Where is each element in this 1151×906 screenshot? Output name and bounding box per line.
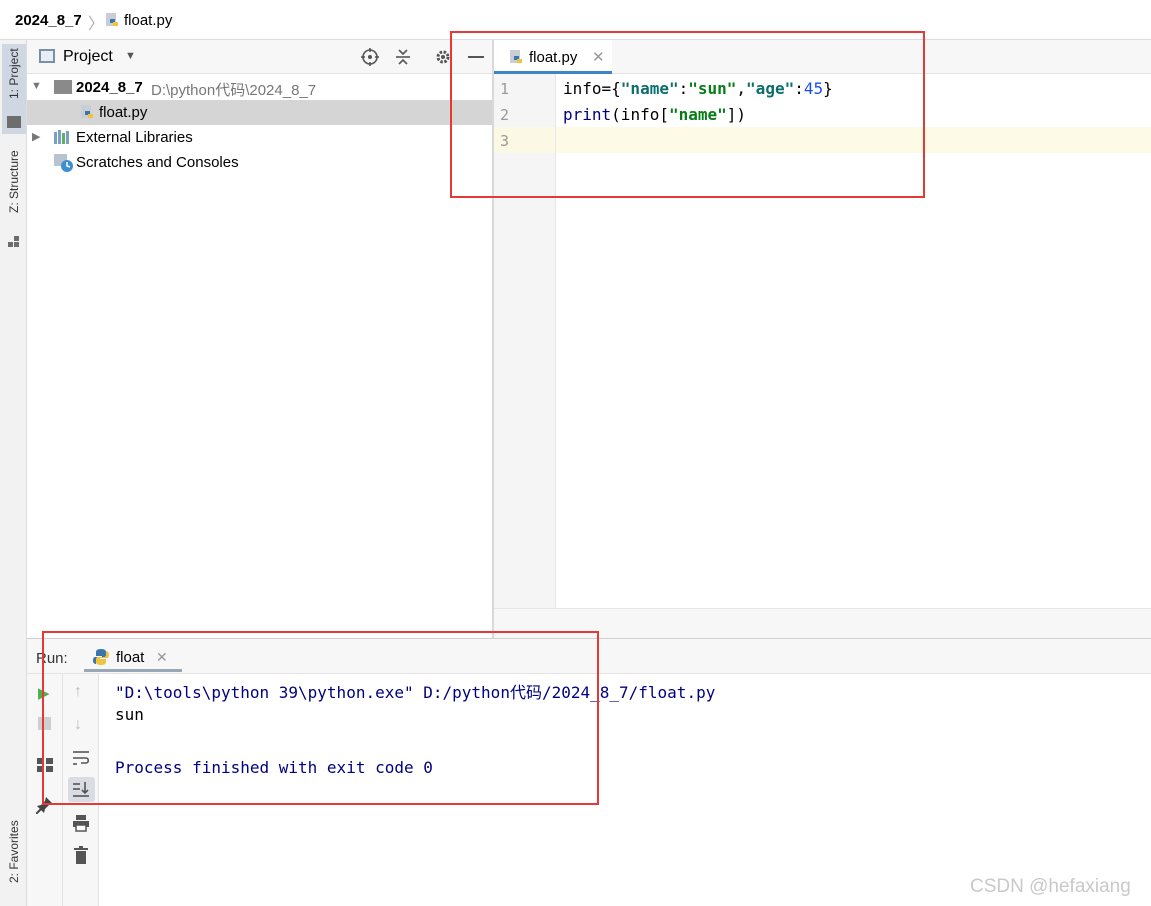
scratches-icon (54, 154, 74, 172)
project-view-icon (39, 49, 55, 63)
highlight-box-console (42, 631, 599, 805)
python-file-icon (79, 104, 95, 120)
expand-caret-icon[interactable]: ▼ (31, 80, 42, 92)
locate-icon[interactable] (360, 47, 380, 67)
folder-icon (54, 80, 72, 94)
tool-tab-favorites-label: 2: Favorites (7, 820, 21, 883)
print-icon[interactable] (72, 814, 90, 832)
highlight-box-editor (450, 31, 925, 198)
tree-row-float-py[interactable] (27, 100, 492, 125)
breadcrumb-file[interactable]: float.py (124, 12, 172, 29)
project-panel-title[interactable]: Project (63, 48, 113, 66)
watermark: CSDN @hefaxiang (970, 876, 1131, 897)
trash-icon[interactable] (73, 846, 89, 864)
breadcrumb-separator: 〉 (88, 16, 105, 33)
tool-tab-structure[interactable]: Z: Structure (2, 150, 26, 250)
library-icon (54, 130, 72, 144)
tree-external-libraries-label: External Libraries (76, 129, 193, 146)
tree-file-label: float.py (99, 104, 148, 121)
tree-project-name: 2024_8_7 (76, 79, 143, 96)
chevron-down-icon[interactable]: ▼ (125, 50, 136, 62)
tool-tab-project-label: 1: Project (7, 48, 21, 99)
tool-tab-structure-label: Z: Structure (7, 150, 21, 213)
breadcrumb-project[interactable]: 2024_8_7 (15, 12, 82, 29)
tree-scratches-label: Scratches and Consoles (76, 154, 239, 171)
folder-icon (7, 116, 21, 128)
collapse-all-icon[interactable] (393, 47, 413, 67)
tool-tab-favorites[interactable]: 2: Favorites (2, 820, 26, 906)
tree-project-path: D:\python代码\2024_8_7 (151, 82, 317, 99)
expand-caret-right-icon[interactable]: ▶ (32, 130, 40, 143)
structure-icon (8, 236, 20, 248)
python-file-icon (104, 12, 120, 28)
